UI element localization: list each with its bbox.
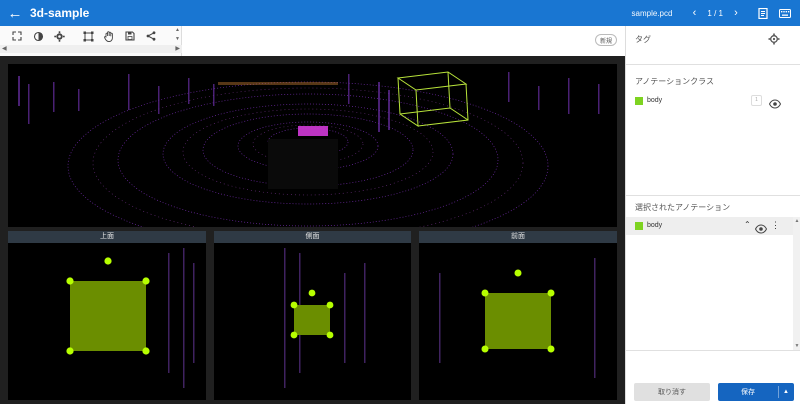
more-vert-icon: ⋮ <box>771 220 780 230</box>
save-options-button[interactable]: ▲ <box>778 383 794 401</box>
class-color-swatch <box>635 97 643 105</box>
settings-icon <box>53 30 65 42</box>
brightness-icon <box>33 31 43 41</box>
arrow-back-icon: ← <box>7 4 23 22</box>
class-item-body[interactable]: body 1 <box>626 94 800 109</box>
arrow-down-icon: ▼ <box>794 343 800 349</box>
annotations-scrollbar[interactable]: ▲ ▼ <box>793 217 800 350</box>
divider <box>626 64 800 65</box>
save-button-label: 保存 <box>741 389 755 396</box>
annotation-label: body <box>647 222 663 229</box>
file-name: sample.pcd <box>631 8 673 18</box>
toolstrip-vertical-scrollbar[interactable]: ▲ ▼ <box>173 26 182 45</box>
annotation-menu-button[interactable]: ⋮ <box>771 220 780 231</box>
top-view-label: 上面 <box>8 231 206 243</box>
front-view-label: 前面 <box>419 231 617 243</box>
arrow-right-icon: ▶ <box>175 46 180 52</box>
arrow-down-icon: ▼ <box>175 36 180 42</box>
tags-title: タグ <box>635 35 651 44</box>
toolbar: ▲ ▼ ◀ ▶ 新規 <box>0 26 625 56</box>
cancel-button[interactable]: 取り消す <box>634 383 710 401</box>
save-tool-button[interactable] <box>123 29 137 43</box>
app-bar: ← 3d-sample sample.pcd ‹ 1 / 1 › <box>0 0 800 26</box>
fit-box-button[interactable] <box>81 29 95 43</box>
toolstrip-horizontal-scrollbar[interactable]: ◀ ▶ <box>0 45 182 53</box>
settings-button[interactable] <box>52 29 66 43</box>
fullscreen-button[interactable] <box>10 29 24 43</box>
front-view-canvas <box>439 258 596 378</box>
sidebar-footer: 取り消す 保存 ▲ <box>626 350 800 404</box>
eye-icon <box>754 224 768 234</box>
arrow-up-icon: ▲ <box>794 218 800 224</box>
document-icon <box>758 7 768 19</box>
classes-title: アノテーションクラス <box>635 77 714 86</box>
chevron-right-icon: › <box>734 7 738 19</box>
fullscreen-icon <box>12 31 22 41</box>
divider <box>626 195 800 196</box>
tag-settings-button[interactable] <box>768 32 780 45</box>
save-icon <box>125 31 135 41</box>
arrow-left-icon: ◀ <box>2 46 7 52</box>
class-label: body <box>647 97 663 104</box>
selected-annotation-body[interactable]: body ⌃ ⋮ <box>626 217 800 235</box>
keyboard-icon <box>779 8 791 18</box>
side-view-label: 側面 <box>214 231 411 243</box>
hand-tool-button[interactable] <box>102 29 116 43</box>
back-button[interactable]: ← <box>0 0 30 26</box>
document-button[interactable] <box>752 0 774 26</box>
page-indicator: 1 / 1 <box>707 8 723 18</box>
new-annotation-button[interactable]: 新規 <box>595 34 617 46</box>
save-button[interactable]: 保存 ▲ <box>718 383 794 401</box>
class-count-badge: 1 <box>751 95 762 106</box>
page-title: 3d-sample <box>30 6 90 20</box>
brightness-button[interactable] <box>31 29 45 43</box>
chevron-up-icon: ⌃ <box>744 220 751 229</box>
gear-icon <box>768 33 780 45</box>
top-view-canvas <box>66 248 195 388</box>
top-view-panel[interactable]: 上面 <box>8 231 206 400</box>
next-file-button[interactable]: › <box>728 7 744 19</box>
point-cloud-canvas <box>18 71 600 227</box>
side-view-panel[interactable]: 側面 <box>214 231 411 400</box>
hand-icon <box>104 30 113 42</box>
point-cloud-3d-view[interactable] <box>8 64 617 227</box>
prev-file-button[interactable]: ‹ <box>686 7 702 19</box>
fit-box-icon <box>83 31 93 41</box>
share-button[interactable] <box>144 29 158 43</box>
class-visibility-toggle[interactable] <box>768 96 782 109</box>
selected-annotations-title: 選択されたアノテーション <box>635 203 731 212</box>
side-view-canvas <box>284 248 366 388</box>
workspace: ▲ ▼ ◀ ▶ 新規 上面 側面 前面 <box>0 26 625 404</box>
right-sidebar: タグ アノテーションクラス body 1 選択されたアノテーション body ⌃… <box>625 26 800 404</box>
chevron-left-icon: ‹ <box>692 7 697 19</box>
collapse-button[interactable]: ⌃ <box>744 220 751 229</box>
arrow-up-icon: ▲ <box>175 27 180 33</box>
front-view-panel[interactable]: 前面 <box>419 231 617 400</box>
keyboard-button[interactable] <box>774 0 796 26</box>
share-icon <box>146 31 156 41</box>
tool-strip: ▲ ▼ ◀ ▶ <box>0 26 182 56</box>
eye-icon <box>768 99 782 109</box>
caret-up-icon: ▲ <box>783 389 789 395</box>
annotation-visibility-toggle[interactable] <box>754 221 768 234</box>
annotation-color-swatch <box>635 222 643 230</box>
